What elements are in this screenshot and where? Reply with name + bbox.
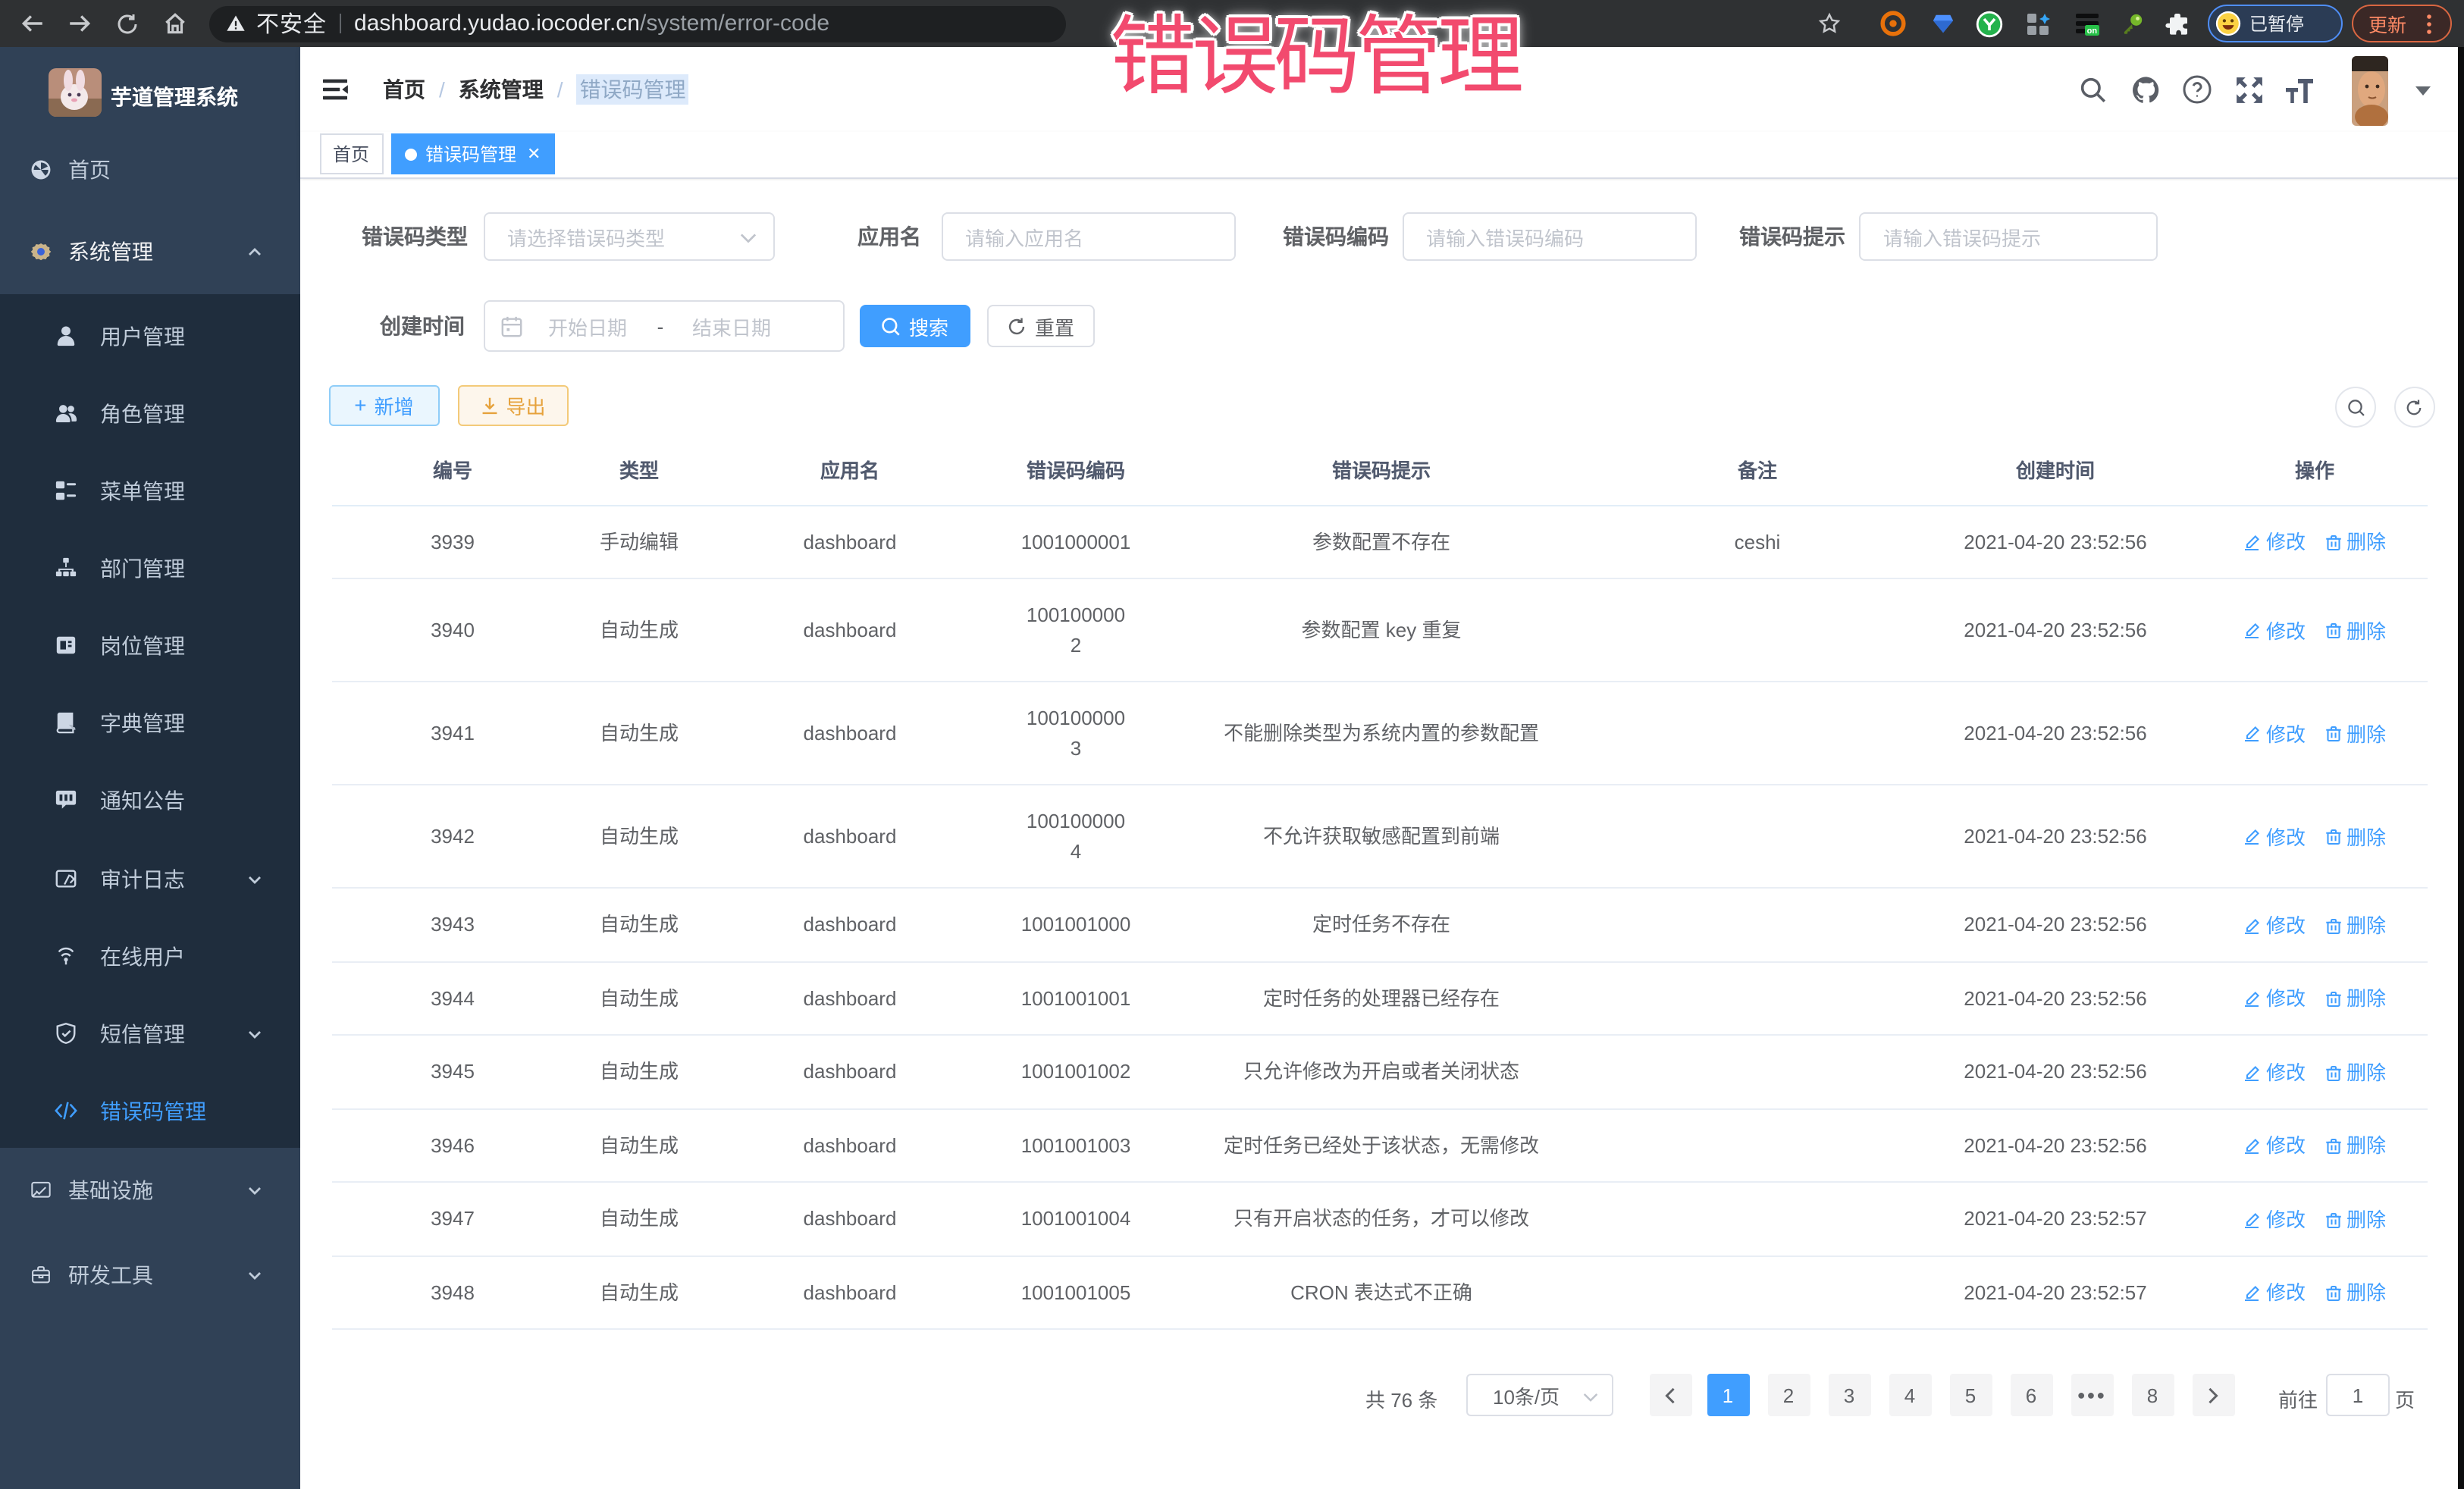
svg-text:on: on — [2086, 27, 2097, 36]
